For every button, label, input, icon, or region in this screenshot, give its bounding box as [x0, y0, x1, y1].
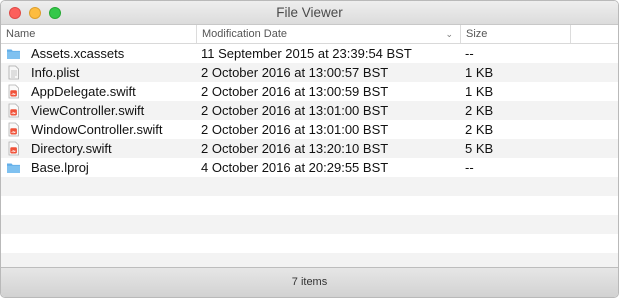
title-bar[interactable]: File Viewer — [1, 1, 618, 25]
modification-date: 2 October 2016 at 13:01:00 BST — [201, 103, 389, 118]
file-name: Base.lproj — [31, 160, 89, 175]
file-name: WindowController.swift — [31, 122, 163, 137]
file-size: -- — [465, 160, 474, 175]
window-title: File Viewer — [276, 5, 343, 20]
file-size: 2 KB — [465, 122, 494, 137]
file-size: 5 KB — [465, 141, 494, 156]
table-row[interactable]: Assets.xcassets 11 September 2015 at 23:3… — [1, 44, 618, 63]
modification-date: 2 October 2016 at 13:00:59 BST — [201, 84, 389, 99]
table-row[interactable]: WindowController.swift 2 October 2016 at … — [1, 120, 618, 139]
modification-date: 2 October 2016 at 13:20:10 BST — [201, 141, 389, 156]
empty-row — [1, 196, 618, 215]
column-header-size[interactable]: Size — [461, 25, 571, 43]
column-header-date-label: Modification Date — [202, 28, 287, 40]
empty-row — [1, 234, 618, 253]
file-size: 2 KB — [465, 103, 494, 118]
empty-row — [1, 177, 618, 196]
modification-date: 11 September 2015 at 23:39:54 BST — [201, 46, 412, 61]
table-row[interactable]: Base.lproj 4 October 2016 at 20:29:55 BST… — [1, 158, 618, 177]
column-header-date[interactable]: Modification Date ⌄ — [197, 25, 461, 43]
status-bar: 7 items — [1, 267, 618, 297]
table-row[interactable]: ViewController.swift 2 October 2016 at 13… — [1, 101, 618, 120]
table-row[interactable]: Info.plist 2 October 2016 at 13:00:57 BST… — [1, 63, 618, 82]
modification-date: 4 October 2016 at 20:29:55 BST — [201, 160, 389, 175]
file-name: ViewController.swift — [31, 103, 145, 118]
modification-date: 2 October 2016 at 13:01:00 BST — [201, 122, 389, 137]
file-viewer-window: File Viewer Name Modification Date ⌄ Siz… — [0, 0, 619, 298]
file-list: Assets.xcassets 11 September 2015 at 23:3… — [1, 44, 618, 272]
file-name: Info.plist — [31, 65, 80, 80]
column-header-name-label: Name — [6, 28, 36, 40]
empty-row — [1, 215, 618, 234]
table-row[interactable]: AppDelegate.swift 2 October 2016 at 13:00… — [1, 82, 618, 101]
table-row[interactable]: Directory.swift 2 October 2016 at 13:20:1… — [1, 139, 618, 158]
file-size: 1 KB — [465, 84, 494, 99]
item-count: 7 items — [291, 276, 328, 288]
file-name: Directory.swift — [31, 141, 112, 156]
file-size: 1 KB — [465, 65, 494, 80]
column-header-name[interactable]: Name — [1, 25, 197, 43]
table-header: Name Modification Date ⌄ Size — [1, 25, 618, 44]
file-name: Assets.xcassets — [31, 46, 125, 61]
modification-date: 2 October 2016 at 13:00:57 BST — [201, 65, 389, 80]
column-header-size-label: Size — [466, 28, 488, 40]
file-name: AppDelegate.swift — [31, 84, 136, 99]
chevron-down-icon: ⌄ — [445, 29, 453, 39]
file-size: -- — [465, 46, 474, 61]
